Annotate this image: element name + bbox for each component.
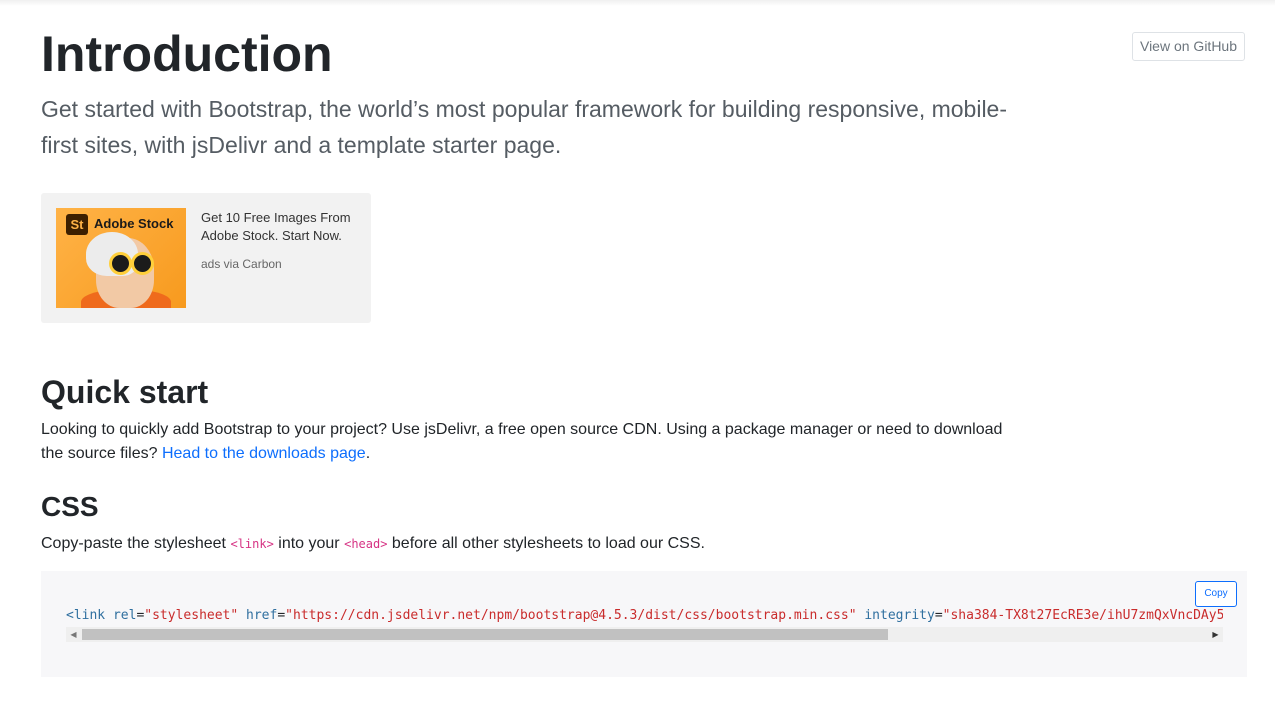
inline-code-head: <head> — [344, 537, 388, 551]
css-text-after: before all other stylesheets to load our… — [391, 535, 705, 552]
adobe-stock-logo-icon: St — [66, 214, 88, 235]
css-heading: CSS — [41, 491, 99, 522]
code-val-href: "https://cdn.jsdelivr.net/npm/bootstrap@… — [285, 608, 857, 623]
code-attr-integrity: integrity — [864, 608, 935, 623]
ad-image-glasses-right — [131, 252, 154, 275]
code-snippet: Copy <link rel="stylesheet" href="https:… — [41, 571, 1247, 677]
ad-image-glasses-left — [109, 252, 132, 275]
ad-brand: Adobe Stock — [94, 216, 174, 231]
carbon-ad[interactable]: St Adobe Stock Get 10 Free Images From A… — [41, 193, 371, 323]
page-lead: Get started with Bootstrap, the world’s … — [41, 96, 1008, 158]
code-line[interactable]: <link rel="stylesheet" href="https://cdn… — [66, 606, 1223, 626]
code-tag: <link — [66, 608, 106, 623]
view-on-github-button[interactable]: View on GitHub — [1132, 32, 1245, 61]
scroll-left-icon[interactable]: ◀ — [66, 627, 81, 642]
css-paragraph: Copy-paste the stylesheet <link> into yo… — [41, 532, 705, 556]
css-text-before: Copy-paste the stylesheet — [41, 535, 226, 552]
code-val-integrity: "sha384-TX8t27EcRE3e/ihU7zmQxVncDAy5uIKz… — [942, 608, 1223, 623]
css-text-middle: into your — [278, 535, 340, 552]
scrollbar-thumb[interactable] — [82, 629, 888, 640]
top-shadow — [0, 0, 1275, 6]
horizontal-scrollbar[interactable]: ◀ ▶ — [66, 627, 1223, 642]
code-val-rel: "stylesheet" — [144, 608, 239, 623]
ad-text-link[interactable]: Get 10 Free Images From Adobe Stock. Sta… — [201, 209, 361, 245]
scroll-right-icon[interactable]: ▶ — [1208, 627, 1223, 642]
ad-image[interactable]: St Adobe Stock — [56, 208, 186, 308]
page-title: Introduction — [41, 26, 333, 82]
downloads-page-link[interactable]: Head to the downloads page — [162, 445, 366, 462]
code-attr-rel: rel — [112, 608, 137, 623]
copy-button[interactable]: Copy — [1195, 581, 1237, 607]
quick-start-heading: Quick start — [41, 374, 209, 410]
quick-start-paragraph: Looking to quickly add Bootstrap to your… — [41, 418, 1006, 466]
inline-code-link: <link> — [230, 537, 274, 551]
ad-via-link[interactable]: ads via Carbon — [201, 257, 282, 271]
code-attr-href: href — [246, 608, 278, 623]
quick-start-suffix: . — [365, 445, 371, 462]
